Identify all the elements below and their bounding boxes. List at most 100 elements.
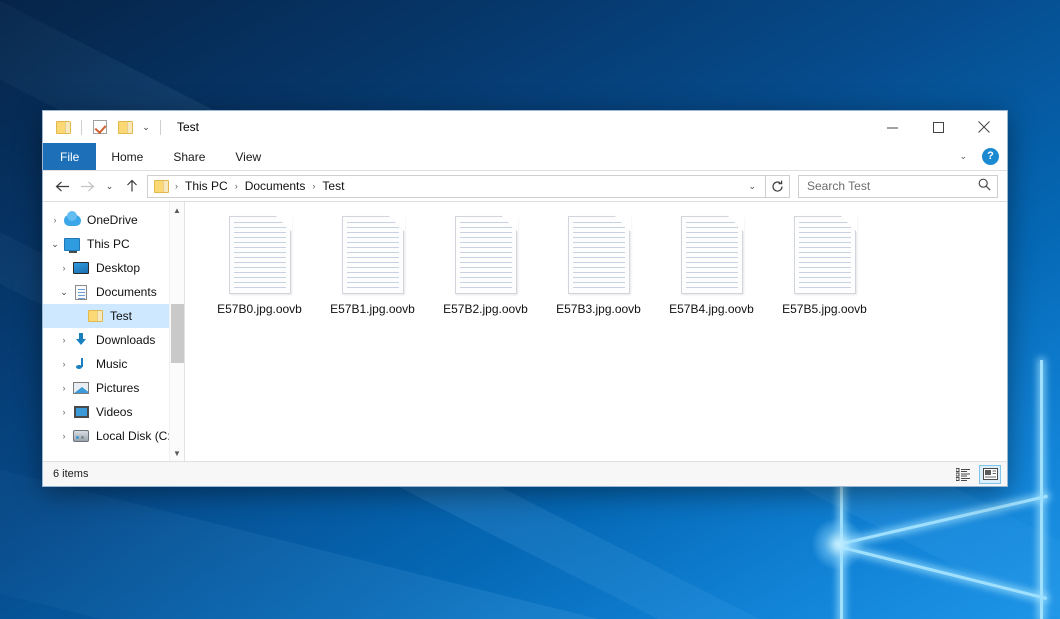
close-button[interactable] (961, 111, 1007, 143)
file-grid: E57B0.jpg.oovb E57B1.jpg.oovb (203, 214, 1007, 316)
tab-file[interactable]: File (43, 143, 96, 170)
navigation-pane-scrollbar[interactable]: ▲ ▼ (169, 202, 184, 461)
chevron-down-icon[interactable]: ⌄ (743, 181, 761, 192)
chevron-right-icon[interactable]: › (47, 215, 63, 225)
up-button[interactable] (119, 174, 144, 198)
file-list-pane[interactable]: E57B0.jpg.oovb E57B1.jpg.oovb (185, 202, 1007, 461)
properties-icon[interactable] (89, 116, 111, 138)
sidebar-item-label: Local Disk (C:) (96, 429, 175, 443)
windows-logo-beam-vertical-left (840, 470, 843, 619)
chevron-down-icon[interactable]: ⌄ (139, 123, 153, 132)
tab-view[interactable]: View (220, 143, 276, 170)
title-bar: ⌄ Test (43, 111, 1007, 143)
new-folder-icon[interactable] (114, 116, 136, 138)
breadcrumb-separator-2: › (308, 181, 319, 191)
chevron-right-icon[interactable]: › (56, 407, 72, 417)
this-pc-icon (63, 236, 81, 252)
details-view-button[interactable] (952, 465, 974, 484)
address-bar-row: ⌄ › This PC › Documents › Test ⌄ (43, 171, 1007, 201)
breadcrumb-item-this-pc[interactable]: This PC (182, 179, 231, 193)
breadcrumb-item-documents[interactable]: Documents (242, 179, 309, 193)
file-item[interactable]: E57B0.jpg.oovb (203, 214, 316, 316)
large-icons-view-button[interactable] (979, 465, 1001, 484)
pictures-icon (72, 380, 90, 396)
windows-logo-beam-lower (838, 545, 1047, 600)
sidebar-item-label: Videos (96, 405, 132, 419)
item-count-label: 6 items (53, 468, 88, 480)
toolbar-divider-1 (81, 120, 82, 135)
refresh-button[interactable] (766, 175, 790, 198)
documents-icon (72, 284, 90, 300)
onedrive-icon (63, 212, 81, 228)
scroll-up-arrow-icon[interactable]: ▲ (170, 202, 185, 218)
generic-document-icon (455, 216, 517, 294)
search-box[interactable] (798, 175, 998, 198)
sidebar-item-label: Test (110, 309, 132, 323)
generic-document-icon (681, 216, 743, 294)
windows-logo-glow (812, 518, 864, 570)
file-name-label: E57B2.jpg.oovb (443, 302, 528, 316)
disk-icon (72, 428, 90, 444)
downloads-icon (72, 332, 90, 348)
desktop-icon (72, 260, 90, 276)
file-name-label: E57B3.jpg.oovb (556, 302, 641, 316)
folder-icon (86, 308, 104, 324)
breadcrumb[interactable]: › This PC › Documents › Test ⌄ (147, 175, 766, 198)
chevron-down-icon[interactable]: ⌄ (56, 287, 72, 298)
file-item[interactable]: E57B2.jpg.oovb (429, 214, 542, 316)
help-icon[interactable]: ? (982, 148, 999, 165)
sidebar-item-label: OneDrive (87, 213, 138, 227)
scrollbar-thumb[interactable] (171, 304, 184, 363)
sidebar-item-documents[interactable]: ⌄ Documents (43, 280, 184, 304)
breadcrumb-item-test[interactable]: Test (319, 179, 347, 193)
sidebar-item-music[interactable]: › Music (43, 352, 184, 376)
sidebar-item-desktop[interactable]: › Desktop (43, 256, 184, 280)
search-input[interactable] (807, 179, 978, 193)
search-icon[interactable] (978, 178, 991, 194)
generic-document-icon (568, 216, 630, 294)
recent-locations-button[interactable]: ⌄ (100, 174, 119, 198)
chevron-right-icon[interactable]: › (56, 383, 72, 393)
file-explorer-window: ⌄ Test File Home Share View (42, 110, 1008, 487)
chevron-right-icon[interactable]: › (56, 431, 72, 441)
scrollbar-track[interactable] (170, 218, 185, 445)
tab-share[interactable]: Share (158, 143, 220, 170)
scroll-down-arrow-icon[interactable]: ▼ (170, 445, 185, 461)
sidebar-item-label: Documents (96, 285, 157, 299)
back-button[interactable] (50, 174, 75, 198)
chevron-right-icon[interactable]: › (56, 359, 72, 369)
breadcrumb-separator-1: › (231, 181, 242, 191)
chevron-down-icon[interactable]: ⌄ (954, 151, 972, 162)
file-item[interactable]: E57B1.jpg.oovb (316, 214, 429, 316)
sidebar-item-local-disk[interactable]: › Local Disk (C:) (43, 424, 184, 448)
forward-button[interactable] (75, 174, 100, 198)
chevron-right-icon[interactable]: › (56, 263, 72, 273)
sidebar-item-label: Music (96, 357, 127, 371)
toolbar-divider-2 (160, 120, 161, 135)
navigation-pane: › OneDrive ⌄ This PC › Desktop ⌄ (43, 202, 185, 461)
quick-access-toolbar: ⌄ (43, 111, 169, 143)
sidebar-item-videos[interactable]: › Videos (43, 400, 184, 424)
sidebar-item-onedrive[interactable]: › OneDrive (43, 208, 184, 232)
folder-icon[interactable] (52, 116, 74, 138)
tab-home[interactable]: Home (96, 143, 158, 170)
sidebar-item-test[interactable]: Test (43, 304, 184, 328)
folder-icon (154, 180, 169, 193)
sidebar-item-this-pc[interactable]: ⌄ This PC (43, 232, 184, 256)
chevron-right-icon[interactable]: › (56, 335, 72, 345)
file-item[interactable]: E57B5.jpg.oovb (768, 214, 881, 316)
sidebar-item-label: Desktop (96, 261, 140, 275)
file-item[interactable]: E57B4.jpg.oovb (655, 214, 768, 316)
window-title: Test (177, 120, 199, 134)
music-icon (72, 356, 90, 372)
minimize-button[interactable] (869, 111, 915, 143)
file-item[interactable]: E57B3.jpg.oovb (542, 214, 655, 316)
generic-document-icon (229, 216, 291, 294)
window-body: › OneDrive ⌄ This PC › Desktop ⌄ (43, 201, 1007, 461)
sidebar-item-downloads[interactable]: › Downloads (43, 328, 184, 352)
file-name-label: E57B4.jpg.oovb (669, 302, 754, 316)
sidebar-item-pictures[interactable]: › Pictures (43, 376, 184, 400)
chevron-down-icon[interactable]: ⌄ (47, 239, 63, 250)
desktop-background: ⌄ Test File Home Share View (0, 0, 1060, 619)
maximize-button[interactable] (915, 111, 961, 143)
